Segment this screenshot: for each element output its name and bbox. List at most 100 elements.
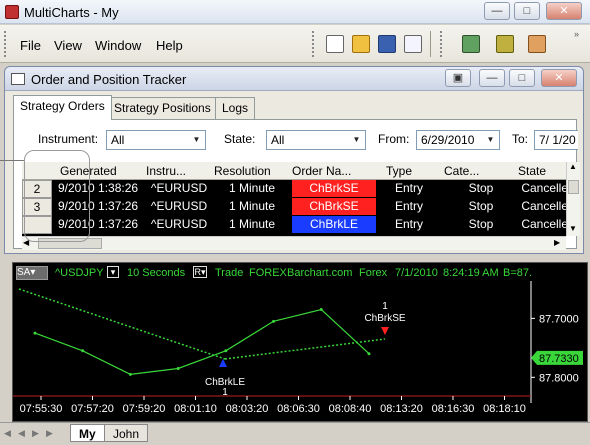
maximize-icon: □ xyxy=(518,72,526,84)
app-icon xyxy=(5,5,19,19)
short-entry-qty: 1 xyxy=(382,301,388,312)
time-tick-label: 07:59:20 xyxy=(123,403,166,415)
menu-window[interactable]: Window xyxy=(95,38,141,53)
time-tick-label: 07:57:20 xyxy=(71,403,114,415)
grid-header: Generated Instru... Resolution Order Na.… xyxy=(22,162,566,180)
chart-window[interactable]: SA▾ ^USDJPY ▾ 10 Seconds R▾ Trade FOREX … xyxy=(12,262,588,422)
price-tick-label: 87.8000 xyxy=(539,372,579,384)
tracker-title: Order and Position Tracker xyxy=(31,72,187,87)
next-tab-icon[interactable]: ▶ xyxy=(32,428,44,440)
workspace-tab-john[interactable]: John xyxy=(104,424,149,442)
menu-view[interactable]: View xyxy=(54,38,82,53)
menu-help[interactable]: Help xyxy=(156,38,183,53)
tracker-maximize-button[interactable]: □ xyxy=(509,69,535,87)
scroll-up-icon[interactable]: ▲ xyxy=(569,162,577,171)
price-point xyxy=(176,366,180,370)
new-document-icon[interactable] xyxy=(326,35,344,53)
col-category[interactable]: Cate... xyxy=(444,164,479,178)
new-window-icon[interactable] xyxy=(404,35,422,53)
from-label: From: xyxy=(378,132,410,146)
save-icon[interactable] xyxy=(378,35,396,53)
state-label: State: xyxy=(224,132,256,146)
last-price-label: 87.7330 xyxy=(539,353,579,365)
scanner-icon[interactable] xyxy=(496,35,514,53)
price-chart[interactable]: 87.8000 87.7000 87.7330 07:55:30 07:57:20 07:… xyxy=(13,263,587,421)
col-type[interactable]: Type xyxy=(386,164,412,178)
open-folder-icon[interactable] xyxy=(352,35,370,53)
highlight-pointer-line xyxy=(0,160,24,161)
long-entry-marker[interactable] xyxy=(219,359,227,367)
vertical-scroll-thumb[interactable] xyxy=(568,180,579,194)
last-tab-icon[interactable]: ▶ xyxy=(46,428,58,440)
minimize-icon: — xyxy=(486,72,498,84)
chart-icon[interactable] xyxy=(462,35,480,53)
tab-strategy-orders[interactable]: Strategy Orders xyxy=(13,95,112,120)
toolbar-overflow-icon[interactable]: » xyxy=(574,29,579,39)
maximize-button[interactable]: □ xyxy=(514,2,540,20)
prev-tab-icon[interactable]: ◀ xyxy=(18,428,30,440)
workspace-tab-bar: ◀ ◀ ▶ ▶ My John xyxy=(0,422,590,445)
order-position-tracker: Order and Position Tracker ▣ — □ ✕ Strat… xyxy=(4,66,584,254)
tracker-dock-button[interactable]: ▣ xyxy=(445,69,471,87)
toolbar-grip[interactable] xyxy=(312,31,315,57)
cell-order-name: ChBrkSE xyxy=(292,198,376,215)
tab-strategy-positions[interactable]: Strategy Positions xyxy=(107,97,218,119)
time-tick-label: 08:03:20 xyxy=(226,403,269,415)
strategy-orders-panel: Instrument: All ▼ State: All ▼ From: 6/2… xyxy=(13,119,580,250)
cell-state: Cancelled xyxy=(521,199,566,213)
tracker-close-button[interactable]: ✕ xyxy=(541,69,577,87)
grid-horizontal-scrollbar[interactable]: ◀ ▶ xyxy=(22,236,566,250)
settings-icon[interactable] xyxy=(528,35,546,53)
cell-resolution: 1 Minute xyxy=(228,217,276,231)
price-point xyxy=(33,331,37,335)
to-label: To: xyxy=(512,132,529,146)
to-date-select[interactable]: 7/ 1/20 xyxy=(534,130,578,150)
tracker-minimize-button[interactable]: — xyxy=(479,69,505,87)
table-row[interactable]: 9/2010 1:37:26 ^EURUSD 1 Minute ChBrkLE Entr… xyxy=(22,216,566,234)
col-order-name[interactable]: Order Na... xyxy=(292,164,351,178)
price-point xyxy=(81,349,85,353)
state-select[interactable]: All ▼ xyxy=(266,130,366,150)
cell-state: Cancelled xyxy=(521,217,566,231)
trendline-up xyxy=(224,338,386,360)
toolbar-grip-2[interactable] xyxy=(440,31,443,57)
maximize-icon: □ xyxy=(523,5,531,17)
first-tab-icon[interactable]: ◀ xyxy=(4,428,16,440)
tracker-title-bar: Order and Position Tracker ▣ — □ ✕ xyxy=(5,67,583,91)
tab-logs[interactable]: Logs xyxy=(215,97,256,119)
orders-grid: Generated Instru... Resolution Order Na.… xyxy=(22,162,566,236)
table-row[interactable]: 3 9/2010 1:37:26 ^EURUSD 1 Minute ChBrkSE Ent… xyxy=(22,198,566,216)
price-tick-label: 87.7000 xyxy=(539,313,579,325)
scroll-right-icon[interactable]: ▶ xyxy=(554,238,560,247)
price-point xyxy=(128,372,132,376)
close-button[interactable]: ✕ xyxy=(546,2,582,20)
col-state[interactable]: State xyxy=(518,164,546,178)
cell-type: Entry xyxy=(394,199,423,213)
long-entry-qty: 1 xyxy=(222,387,228,398)
col-instrument[interactable]: Instru... xyxy=(146,164,186,178)
col-resolution[interactable]: Resolution xyxy=(214,164,271,178)
dock-icon: ▣ xyxy=(452,72,464,84)
cell-category: Stop xyxy=(468,217,494,231)
table-row[interactable]: 2 9/2010 1:38:26 ^EURUSD 1 Minute ChBrkSE Ent… xyxy=(22,180,566,198)
cell-order-name: ChBrkLE xyxy=(292,216,376,233)
title-bar: MultiCharts - My — □ ✕ xyxy=(0,0,590,24)
cell-type: Entry xyxy=(394,181,423,195)
menu-grip[interactable] xyxy=(4,31,7,57)
time-tick-label: 08:08:40 xyxy=(329,403,372,415)
chevron-down-icon: ▼ xyxy=(486,135,495,144)
instrument-label: Instrument: xyxy=(38,132,99,146)
grid-vertical-scrollbar[interactable]: ▲ ▼ xyxy=(566,162,580,236)
from-date-value: 6/29/2010 xyxy=(421,133,475,147)
cell-order-name: ChBrkSE xyxy=(292,180,376,197)
price-point xyxy=(272,319,276,323)
short-entry-marker[interactable] xyxy=(381,327,389,335)
minimize-button[interactable]: — xyxy=(484,2,510,20)
close-icon: ✕ xyxy=(554,72,564,84)
workspace-tab-my[interactable]: My xyxy=(70,424,105,442)
time-tick-label: 08:13:20 xyxy=(380,403,423,415)
scroll-down-icon[interactable]: ▼ xyxy=(569,224,577,233)
instrument-select[interactable]: All ▼ xyxy=(106,130,206,150)
from-date-select[interactable]: 6/29/2010 ▼ xyxy=(416,130,500,150)
menu-file[interactable]: File xyxy=(20,38,41,53)
